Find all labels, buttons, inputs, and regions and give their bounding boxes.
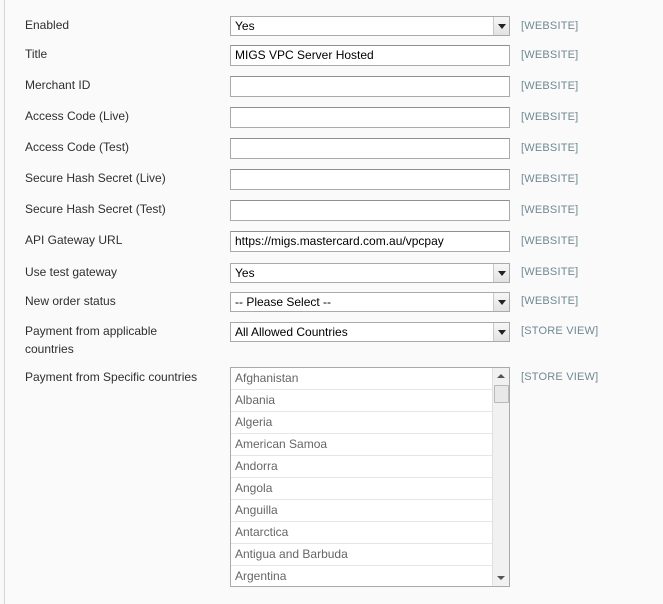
select-value: -- Please Select -- [235,295,332,309]
config-form: Enabled Yes [WEBSITE] Title MIGS VPC Ser… [4,0,663,604]
field-label: Payment from Specific countries [25,370,198,384]
country-options: Afghanistan Albania Algeria American Samoa A… [231,368,509,586]
field-label: Use test gateway [25,265,118,279]
field-label: Secure Hash Secret (Live) [25,171,166,185]
field-label: API Gateway URL [25,233,123,247]
field-label-line1: Payment from applicable [25,324,158,338]
scope-badge: [STORE VIEW] [521,325,599,337]
field-label: Secure Hash Secret (Test) [25,202,166,216]
chevron-down-icon[interactable] [493,17,509,35]
new-order-status-select[interactable]: -- Please Select -- [230,292,510,312]
country-option[interactable]: Albania [231,390,492,412]
country-option[interactable]: Afghanistan [231,368,492,390]
scroll-up-arrow-icon[interactable] [493,368,509,384]
country-option[interactable]: Antarctica [231,522,492,544]
scope-badge: [WEBSITE] [521,20,579,32]
field-label: Title [25,47,48,61]
use-test-gateway-select[interactable]: Yes [230,263,510,283]
api-gateway-url-input[interactable]: https://migs.mastercard.com.au/vpcpay [230,231,510,252]
country-option[interactable]: Angola [231,478,492,500]
country-option[interactable]: Anguilla [231,500,492,522]
scope-badge: [WEBSITE] [521,295,579,307]
scope-badge: [STORE VIEW] [521,371,599,383]
scope-badge: [WEBSITE] [521,142,579,154]
field-label: Access Code (Test) [25,140,130,154]
title-input[interactable]: MIGS VPC Server Hosted [230,45,510,66]
access-code-test-input[interactable] [230,138,510,159]
chevron-down-icon[interactable] [493,323,509,341]
select-value: Yes [235,19,255,33]
scope-badge: [WEBSITE] [521,111,579,123]
scroll-down-arrow-icon[interactable] [493,570,509,586]
field-label-line2: countries [25,342,74,356]
applicable-countries-select[interactable]: All Allowed Countries [230,322,510,342]
country-option[interactable]: Algeria [231,412,492,434]
merchant-id-input[interactable] [230,76,510,97]
scrollbar-thumb[interactable] [494,385,509,403]
scope-badge: [WEBSITE] [521,173,579,185]
select-value: All Allowed Countries [235,325,348,339]
field-label: Payment from applicable countries [25,322,220,358]
scope-badge: [WEBSITE] [521,235,579,247]
field-label: Merchant ID [25,78,91,92]
vertical-scrollbar[interactable] [492,368,509,586]
scope-badge: [WEBSITE] [521,266,579,278]
secure-hash-test-input[interactable] [230,200,510,221]
field-label: New order status [25,294,116,308]
access-code-live-input[interactable] [230,107,510,128]
country-option[interactable]: Antigua and Barbuda [231,544,492,566]
field-label: Access Code (Live) [25,109,130,123]
scope-badge: [WEBSITE] [521,80,579,92]
chevron-down-icon[interactable] [493,293,509,311]
enabled-select[interactable]: Yes [230,16,510,36]
scope-badge: [WEBSITE] [521,49,579,61]
scope-badge: [WEBSITE] [521,204,579,216]
country-option[interactable]: Andorra [231,456,492,478]
chevron-down-icon[interactable] [493,264,509,282]
field-label: Enabled [25,18,70,32]
select-value: Yes [235,266,255,280]
secure-hash-live-input[interactable] [230,169,510,190]
country-option[interactable]: Argentina [231,566,492,586]
specific-countries-multiselect[interactable]: Afghanistan Albania Algeria American Samoa A… [230,367,510,587]
country-option[interactable]: American Samoa [231,434,492,456]
